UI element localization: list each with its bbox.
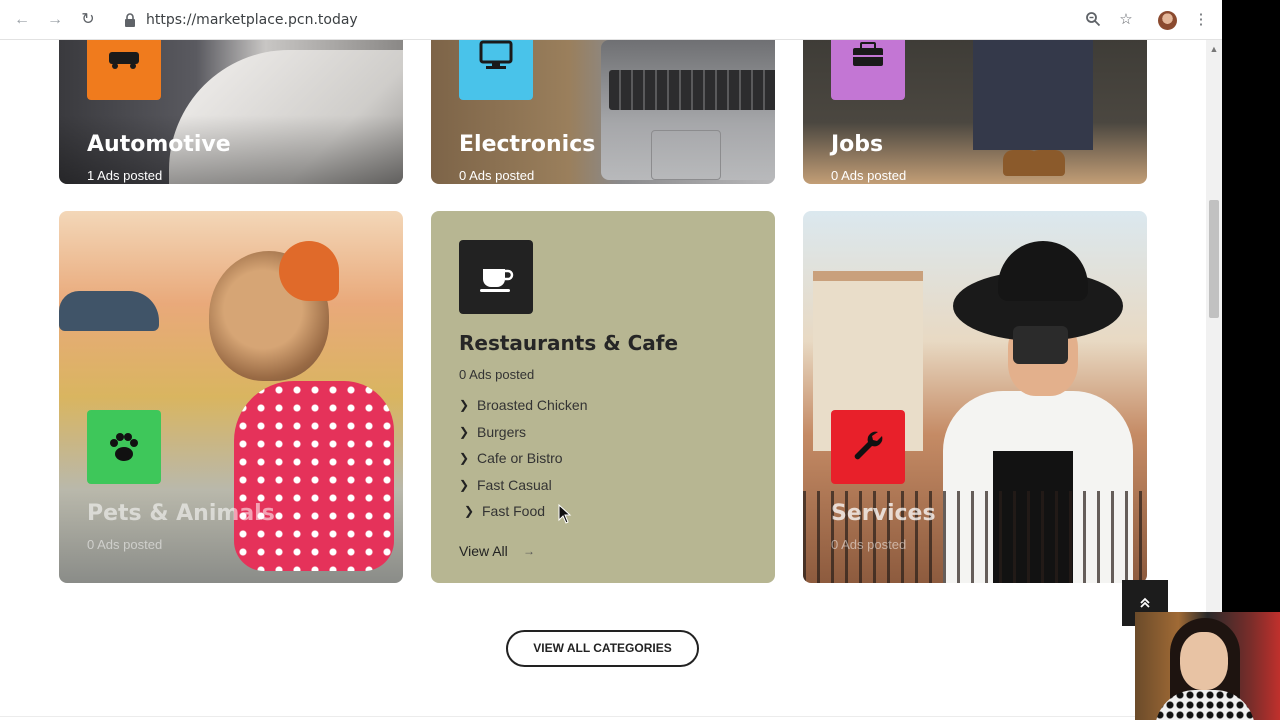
reload-icon[interactable]: ↻ — [79, 11, 97, 29]
category-card-electronics[interactable]: Electronics 0 Ads posted — [431, 40, 775, 184]
category-title: Pets & Animals — [87, 501, 275, 526]
hat-crown-image — [998, 241, 1088, 301]
url-text: https://marketplace.pcn.today — [146, 12, 358, 28]
profile-avatar[interactable] — [1158, 11, 1177, 30]
forward-arrow-icon[interactable]: → — [46, 11, 64, 29]
chevron-right-icon: ❯ — [459, 477, 470, 492]
dog-ear-image — [279, 241, 339, 301]
scroll-up-arrow-icon[interactable]: ▲ — [1209, 44, 1219, 54]
category-title: Automotive — [87, 132, 231, 157]
trackpad-image — [651, 130, 721, 180]
star-icon[interactable]: ☆ — [1117, 11, 1135, 29]
category-title: Electronics — [459, 132, 596, 157]
car-image — [59, 291, 159, 331]
wrench-icon — [831, 410, 905, 484]
subcategory-link[interactable]: ❯ Broasted Chicken — [459, 395, 588, 422]
webcam-overlay — [1135, 612, 1280, 720]
coffee-cup-icon — [459, 240, 533, 314]
chevron-right-icon: ❯ — [464, 504, 475, 518]
monitor-icon — [459, 40, 533, 100]
subcategory-link[interactable]: ❯ Fast Casual — [459, 475, 588, 502]
jeans-image — [973, 40, 1093, 150]
double-chevron-up-icon — [1140, 597, 1150, 608]
ads-count: 0 Ads posted — [831, 168, 907, 183]
back-arrow-icon[interactable]: ← — [13, 11, 31, 29]
dog-coat-image — [234, 381, 394, 571]
divider — [0, 716, 1206, 717]
shoe-image — [1029, 150, 1065, 176]
subcategory-label: Fast Casual — [477, 476, 552, 493]
briefcase-icon — [831, 40, 905, 100]
page-content: Automotive 1 Ads posted Electronics 0 Ad… — [0, 40, 1206, 720]
category-card-automotive[interactable]: Automotive 1 Ads posted — [59, 40, 403, 184]
camera-image — [1013, 326, 1068, 364]
ads-count: 0 Ads posted — [459, 168, 535, 183]
chevron-right-icon: ❯ — [459, 398, 470, 412]
subcategory-label: Burgers — [477, 423, 527, 440]
subcategory-label: Cafe or Bistro — [477, 450, 563, 466]
subcategory-label: Broasted Chicken — [477, 397, 588, 413]
chevron-right-icon: ❯ — [459, 451, 470, 465]
category-card-jobs[interactable]: Jobs 0 Ads posted — [803, 40, 1147, 184]
paw-icon — [87, 410, 161, 484]
category-title: Restaurants & Cafe — [459, 331, 679, 355]
scrollbar-thumb[interactable] — [1209, 200, 1219, 318]
car-icon — [87, 40, 161, 100]
ads-count: 1 Ads posted — [87, 168, 163, 183]
category-title: Jobs — [831, 132, 884, 157]
lock-icon — [125, 13, 135, 27]
view-all-link[interactable]: View All — [459, 543, 508, 559]
mouse-cursor-icon — [558, 504, 572, 524]
keyboard-image — [609, 70, 775, 110]
arrow-right-icon: → — [523, 544, 535, 558]
address-bar[interactable]: https://marketplace.pcn.today — [118, 6, 1148, 34]
category-card-restaurants[interactable]: Restaurants & Cafe 0 Ads posted ❯ Broaste… — [431, 211, 775, 583]
menu-kebab-icon[interactable]: ⋮ — [1192, 11, 1210, 29]
presenter-face-image — [1180, 632, 1228, 690]
subcategory-label: Fast Food — [482, 503, 546, 519]
category-card-services[interactable]: Services 0 Ads posted — [803, 211, 1147, 583]
chevron-right-icon: ❯ — [459, 424, 470, 439]
subcategory-link[interactable]: ❯ Burgers — [459, 422, 588, 449]
ads-count: 0 Ads posted — [459, 367, 535, 382]
ads-count: 0 Ads posted — [831, 537, 907, 552]
view-all-categories-button[interactable]: VIEW ALL CATEGORIES — [506, 630, 699, 667]
zoom-icon[interactable] — [1084, 11, 1102, 29]
ads-count: 0 Ads posted — [87, 537, 163, 552]
category-card-pets[interactable]: Pets & Animals 0 Ads posted — [59, 211, 403, 583]
subcategory-link[interactable]: ❯ Cafe or Bistro — [459, 448, 588, 475]
category-title: Services — [831, 501, 936, 526]
browser-toolbar: ← → ↻ https://marketplace.pcn.today ☆ ⋮ — [0, 0, 1222, 40]
